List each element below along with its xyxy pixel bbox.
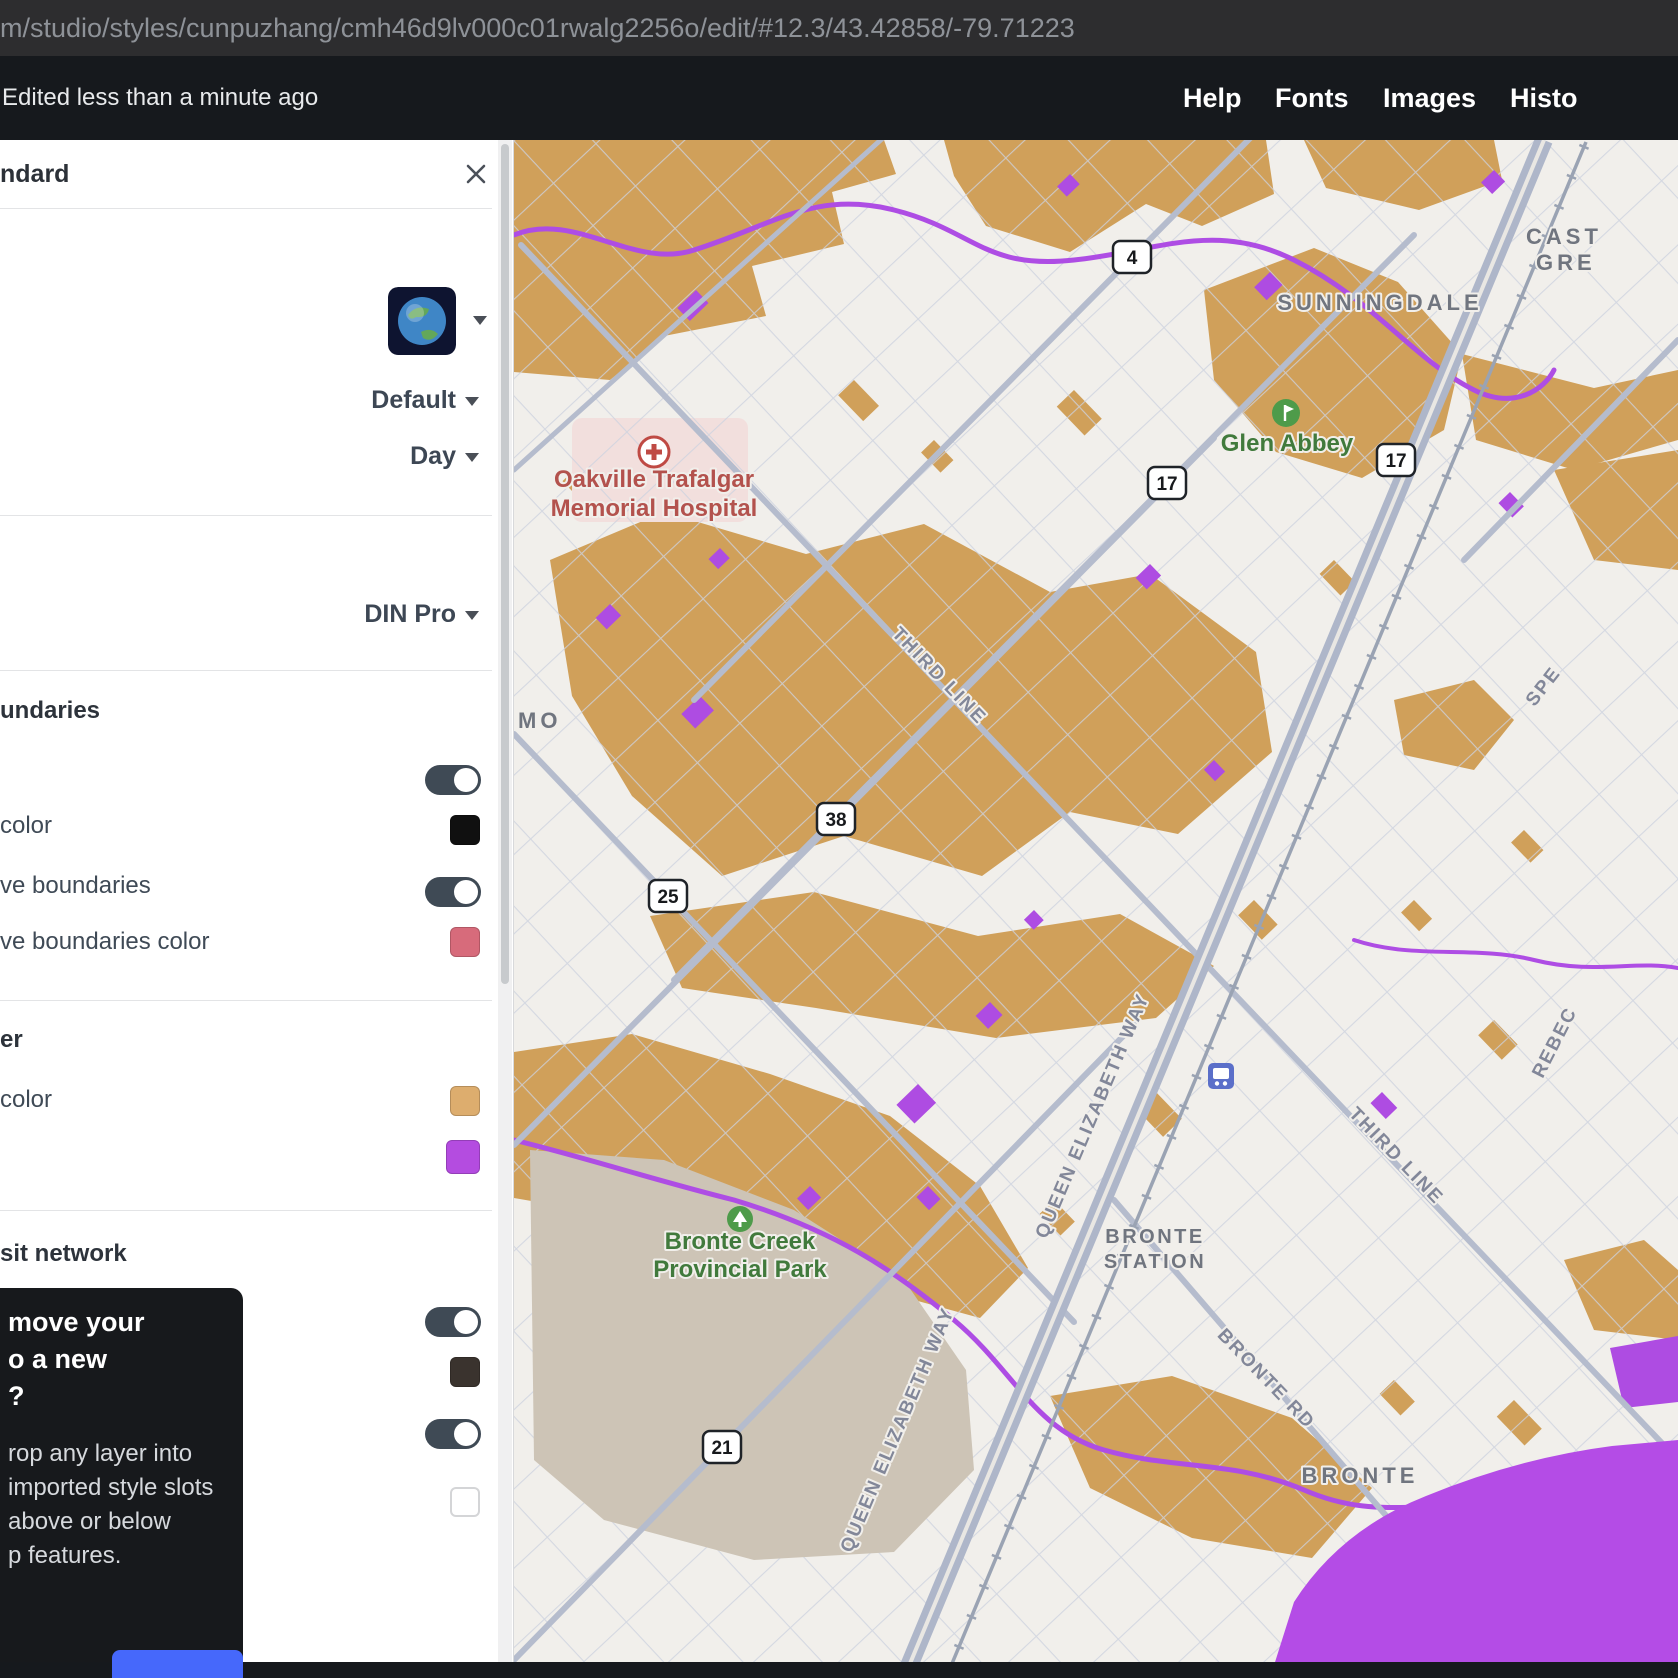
chevron-down-icon [465, 453, 479, 462]
divider [0, 515, 492, 516]
train-station-icon [1208, 1063, 1234, 1089]
browser-url-bar[interactable]: m/studio/styles/cunpuzhang/cmh46d9lv000c… [0, 0, 1678, 56]
bronte-label: BRONTE [1302, 1463, 1419, 1488]
divider [0, 208, 492, 209]
font-dropdown[interactable]: DIN Pro [364, 600, 479, 629]
style-mode-value: Default [371, 386, 456, 414]
edited-status: Edited less than a minute ago [2, 56, 318, 140]
menu-history[interactable]: Histo [1510, 56, 1578, 140]
shield-38: 38 [825, 810, 846, 831]
cast-label: CAST [1526, 224, 1602, 249]
hospital-label: Oakville Trafalgar [554, 466, 754, 493]
menu-fonts[interactable]: Fonts [1275, 56, 1349, 140]
bronte-creek-label: Provincial Park [653, 1256, 827, 1283]
font-value: DIN Pro [364, 600, 456, 628]
chevron-down-icon [465, 611, 479, 620]
map-svg: Oakville Trafalgar Memorial Hospital Gle… [514, 140, 1678, 1678]
bronte-creek-label: Bronte Creek [665, 1228, 816, 1255]
boundaries-color-swatch[interactable] [450, 815, 480, 845]
glen-abbey-label: Glen Abbey [1221, 430, 1354, 457]
gre-label: GRE [1536, 250, 1596, 275]
thumbnail-caret-icon[interactable] [473, 316, 487, 325]
bronte-station-label: BRONTE [1105, 1226, 1204, 1248]
menu-help[interactable]: Help [1183, 56, 1242, 140]
admin-boundaries-label: ve boundaries [0, 872, 151, 900]
tooltip-title-line: move your [8, 1304, 233, 1341]
hospital-icon [639, 437, 669, 467]
menu-images[interactable]: Images [1383, 56, 1476, 140]
section-transit: sit network [0, 1240, 127, 1268]
style-thumbnail globe-icon[interactable] [388, 287, 456, 355]
transit-labels-toggle[interactable] [425, 1419, 481, 1449]
boundaries-color-label: color [0, 812, 52, 840]
landcover-color2-swatch[interactable] [446, 1140, 480, 1174]
shield-17: 17 [1385, 451, 1406, 472]
style-mode-dropdown[interactable]: Default [371, 386, 479, 415]
admin-boundaries-color-swatch[interactable] [450, 927, 480, 957]
divider [0, 1210, 492, 1211]
landcover-color-label: color [0, 1086, 52, 1114]
light-preset-value: Day [410, 442, 456, 470]
studio-top-bar: Edited less than a minute ago Help Fonts… [0, 56, 1678, 140]
shield-25: 25 [657, 887, 679, 908]
boundaries-toggle[interactable] [425, 765, 481, 795]
bronte-station-label: STATION [1104, 1251, 1206, 1273]
section-boundaries: undaries [0, 697, 100, 725]
tooltip-body-line: imported style slots [8, 1471, 233, 1505]
tooltip-body-line: above or below [8, 1505, 233, 1539]
golf-icon [1272, 399, 1300, 427]
tooltip-title-line: ? [8, 1378, 233, 1415]
divider [0, 1000, 492, 1001]
hospital-label: Memorial Hospital [551, 495, 758, 522]
transit-toggle[interactable] [425, 1307, 481, 1337]
tooltip-cta-button[interactable] [112, 1650, 243, 1678]
admin-boundaries-toggle[interactable] [425, 877, 481, 907]
panel-scrollbar-thumb[interactable] [501, 144, 509, 984]
panel-title: ndard [0, 160, 69, 189]
light-preset-dropdown[interactable]: Day [410, 442, 479, 471]
shield-17: 17 [1156, 474, 1177, 495]
tooltip-body-line: p features. [8, 1539, 233, 1573]
section-landcover: er [0, 1026, 23, 1054]
transit-color-swatch[interactable] [450, 1357, 480, 1387]
transit-secondary-swatch[interactable] [450, 1487, 480, 1517]
landcover-color-swatch[interactable] [450, 1086, 480, 1116]
map-canvas[interactable]: Oakville Trafalgar Memorial Hospital Gle… [514, 140, 1678, 1678]
admin-boundaries-color-label: ve boundaries color [0, 928, 209, 956]
mo-label: MO [518, 708, 561, 733]
slots-tooltip: move your o a new ? rop any layer into i… [0, 1288, 243, 1678]
shield-21: 21 [711, 1438, 733, 1459]
divider [0, 670, 492, 671]
shield-4: 4 [1127, 248, 1138, 269]
close-icon[interactable] [462, 160, 490, 188]
chevron-down-icon [465, 397, 479, 406]
tooltip-body-line: rop any layer into [8, 1437, 233, 1471]
studio-bottom-bar [0, 1662, 1678, 1678]
tooltip-title-line: o a new [8, 1341, 233, 1378]
url-text: m/studio/styles/cunpuzhang/cmh46d9lv000c… [0, 13, 1075, 43]
sunningdale-label: SUNNINGDALE [1277, 290, 1482, 315]
